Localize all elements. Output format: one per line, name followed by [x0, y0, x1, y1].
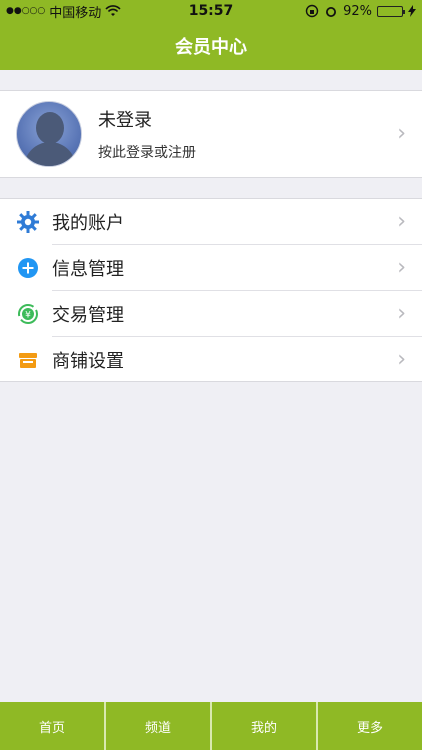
alarm-icon [324, 4, 338, 18]
tab-home[interactable]: 首页 [0, 702, 104, 750]
menu-item-trade-management[interactable]: ¥ 交易管理 › [0, 291, 422, 337]
menu-item-store-settings[interactable]: 商铺设置 › [0, 337, 422, 383]
tab-label: 更多 [356, 720, 383, 736]
profile-text: 未登录 按此登录或注册 [98, 106, 422, 162]
avatar-head [36, 112, 64, 144]
status-right: 92% [305, 4, 416, 19]
plus-circle-icon [16, 256, 40, 280]
page-title: 会员中心 [175, 37, 247, 58]
nav-bar: 会员中心 [0, 22, 422, 70]
wifi-icon [105, 5, 121, 17]
profile-subtitle: 按此登录或注册 [98, 145, 196, 161]
menu-list: 我的账户 › 信息管理 › ¥ 交易管理 › 商铺设置 › [0, 198, 422, 382]
store-icon [16, 348, 40, 372]
gear-icon [16, 210, 40, 234]
battery-percent: 92% [343, 3, 372, 19]
signal-strength: ●●○○○ [6, 6, 46, 16]
status-left: ●●○○○ 中国移动 [6, 2, 305, 21]
login-profile-row[interactable]: 未登录 按此登录或注册 › [0, 90, 422, 178]
tab-more[interactable]: 更多 [318, 702, 422, 750]
tab-bar: 首页 频道 我的 更多 [0, 702, 422, 750]
chevron-right-icon: › [397, 301, 406, 326]
yen-refresh-icon: ¥ [16, 302, 40, 326]
chevron-right-icon: › [397, 255, 406, 280]
svg-text:¥: ¥ [25, 311, 31, 321]
menu-item-label: 我的账户 [52, 213, 124, 234]
orientation-lock-icon [305, 4, 319, 18]
battery-icon [377, 5, 405, 17]
chevron-right-icon: › [397, 209, 406, 234]
tab-label: 频道 [144, 720, 171, 736]
chevron-right-icon: › [397, 121, 406, 146]
menu-item-info-management[interactable]: 信息管理 › [0, 245, 422, 291]
menu-item-label: 交易管理 [52, 305, 124, 326]
chevron-right-icon: › [397, 347, 406, 372]
tab-label: 首页 [38, 720, 65, 736]
profile-title: 未登录 [98, 110, 152, 131]
menu-item-label: 信息管理 [52, 259, 124, 280]
tab-mine[interactable]: 我的 [212, 702, 316, 750]
charging-icon [408, 5, 416, 17]
avatar-body [24, 142, 76, 166]
menu-item-my-account[interactable]: 我的账户 › [0, 199, 422, 245]
menu-item-label: 商铺设置 [52, 351, 124, 372]
tab-label: 我的 [250, 720, 277, 736]
carrier-name: 中国移动 [49, 5, 102, 21]
status-bar: ●●○○○ 中国移动 15:57 92% [0, 0, 422, 22]
tab-channel[interactable]: 频道 [106, 702, 210, 750]
avatar [16, 101, 82, 167]
